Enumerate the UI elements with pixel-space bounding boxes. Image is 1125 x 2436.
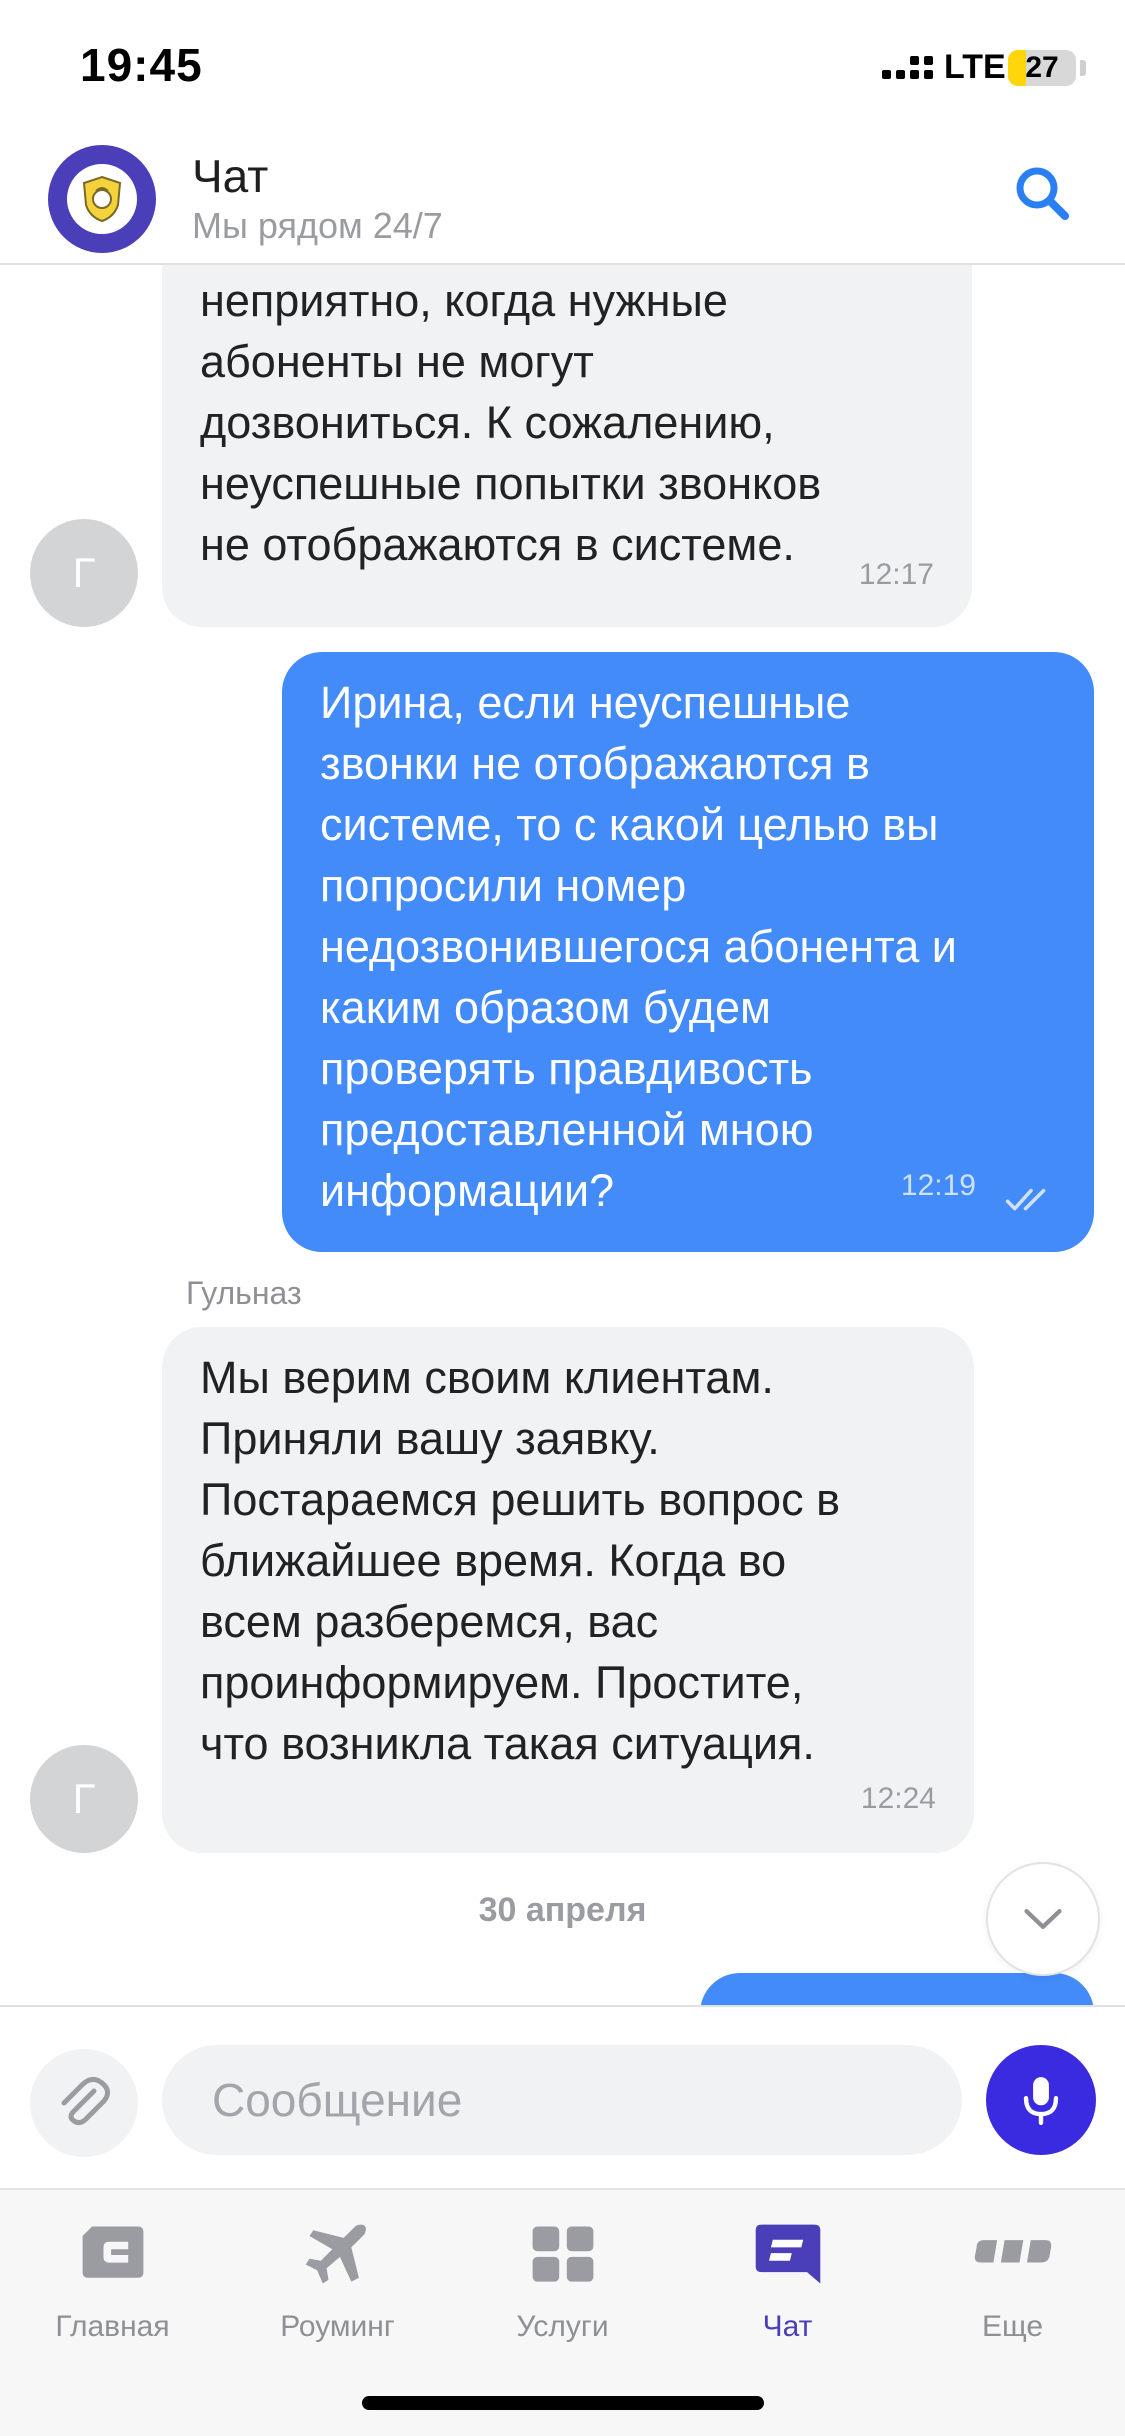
more-icon (970, 2212, 1055, 2297)
chevron-down-icon (1024, 1909, 1062, 1929)
tab-label: Услуги (516, 2310, 609, 2343)
shield-emblem-icon (67, 164, 137, 234)
airplane-icon (295, 2212, 380, 2297)
home-indicator[interactable] (362, 2396, 764, 2410)
microphone-icon (1023, 2077, 1059, 2126)
bank-logo[interactable] (48, 145, 156, 253)
message-time: 12:24 (860, 1782, 936, 1815)
tab-services[interactable]: Услуги (450, 2212, 675, 2372)
network-label: LTE (944, 48, 1006, 86)
tab-label: Чат (762, 2310, 813, 2343)
tab-label: Еще (981, 2310, 1044, 2343)
message-text: неприятно, когда нужные абоненты не могу… (200, 275, 822, 570)
tab-more[interactable]: Еще (900, 2212, 1125, 2372)
status-time: 19:45 (80, 39, 203, 91)
message-time: 12:19 (900, 1169, 976, 1202)
chat-header: Чат Мы рядом 24/7 (0, 135, 1125, 265)
page-subtitle: Мы рядом 24/7 (192, 205, 443, 246)
message-input[interactable] (162, 2045, 962, 2155)
attach-button[interactable] (30, 2049, 138, 2157)
avatar: Г (30, 519, 138, 627)
microphone-button[interactable] (986, 2045, 1096, 2155)
message-incoming[interactable]: неприятно, когда нужные абоненты не могу… (162, 265, 972, 627)
tab-roaming[interactable]: Роуминг (225, 2212, 450, 2372)
home-card-icon (70, 2212, 155, 2297)
avatar: Г (30, 1745, 138, 1853)
signal-icon (882, 56, 934, 84)
status-bar: 19:45 LTE 27 (0, 0, 1125, 135)
chat-icon (745, 2212, 830, 2297)
message-composer (0, 2005, 1125, 2188)
grid-icon (520, 2212, 605, 2297)
chat-messages[interactable]: неприятно, когда нужные абоненты не могу… (0, 265, 1125, 2005)
message-incoming[interactable]: Мы верим своим клиентам. Приняли вашу за… (162, 1327, 974, 1853)
date-separator: 30 апреля (478, 1891, 647, 1929)
double-check-icon (1005, 1188, 1046, 1211)
message-time: 12:17 (858, 558, 934, 591)
page-title: Чат (192, 150, 269, 202)
scroll-to-bottom-button[interactable] (986, 1862, 1100, 1976)
paperclip-icon (61, 2077, 110, 2126)
battery-icon: 27 (1008, 50, 1076, 86)
tab-label: Роуминг (280, 2310, 395, 2343)
tab-chat[interactable]: Чат (675, 2212, 900, 2372)
sender-name: Гульназ (186, 1275, 302, 1311)
tab-home[interactable]: Главная (0, 2212, 225, 2372)
message-text: Ирина, если неуспешные звонки не отображ… (320, 677, 957, 1216)
message-outgoing[interactable] (700, 1973, 1094, 2005)
message-text: Мы верим своим клиентам. Приняли вашу за… (200, 1352, 840, 1769)
battery-tip (1080, 60, 1086, 76)
message-outgoing[interactable]: Ирина, если неуспешные звонки не отображ… (282, 652, 1094, 1252)
battery-level: 27 (1025, 51, 1059, 84)
search-icon[interactable] (1012, 163, 1072, 223)
tab-label: Главная (55, 2310, 170, 2343)
